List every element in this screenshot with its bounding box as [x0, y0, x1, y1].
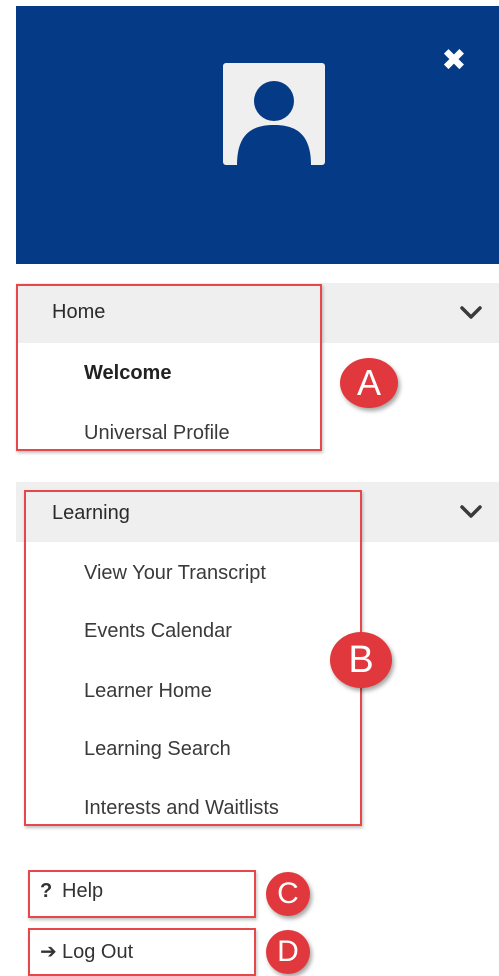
- user-avatar-icon[interactable]: [223, 63, 325, 165]
- chevron-down-icon[interactable]: [459, 301, 483, 325]
- annotation-badge-b: B: [330, 632, 392, 688]
- annotation-box-d: [28, 928, 256, 976]
- annotation-box-c: [28, 870, 256, 918]
- close-icon[interactable]: ✖: [441, 46, 467, 76]
- annotation-badge-d: D: [266, 930, 310, 974]
- annotation-box-a: [16, 284, 322, 451]
- annotation-box-b: [24, 490, 362, 826]
- profile-header: ✖: [16, 6, 499, 264]
- annotation-badge-c: C: [266, 872, 310, 916]
- annotation-badge-a: A: [340, 358, 398, 408]
- chevron-down-icon[interactable]: [459, 500, 483, 524]
